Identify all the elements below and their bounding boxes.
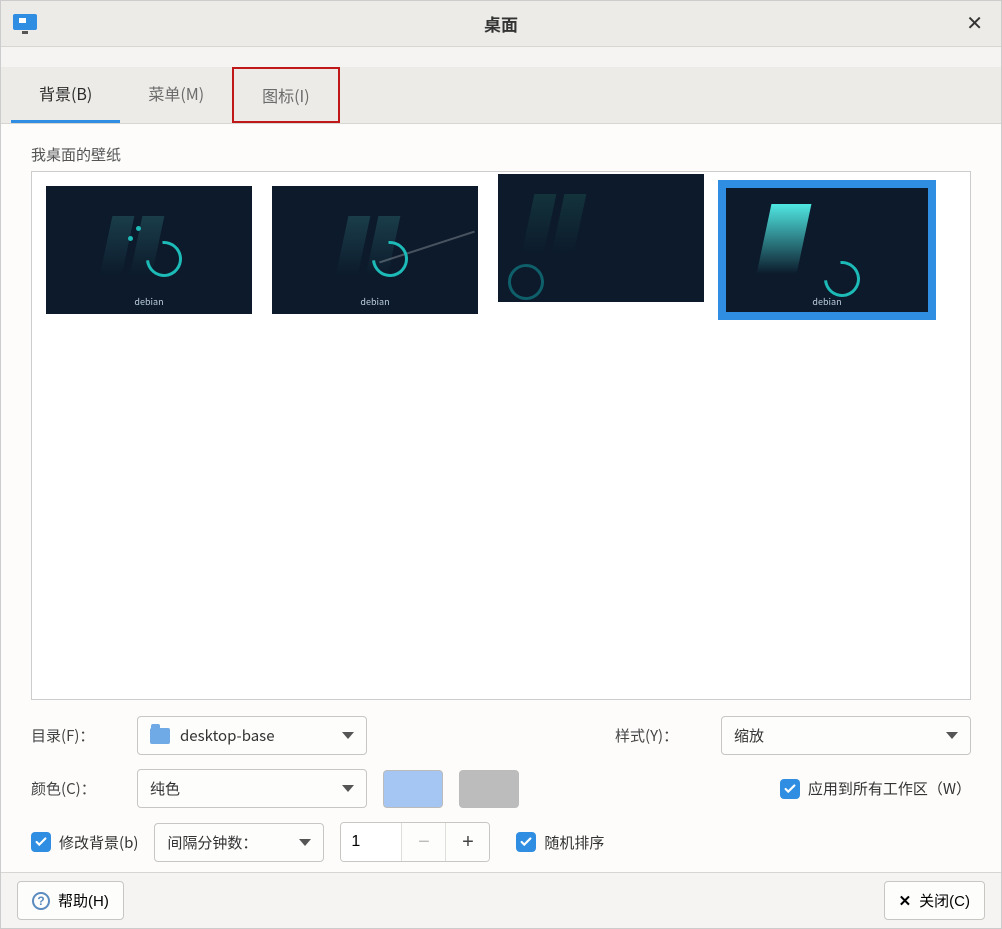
wallpaper-brand: debian: [272, 295, 478, 308]
tab-menu[interactable]: 菜单(M): [120, 67, 232, 123]
tab-icons-label: 图标(I): [262, 83, 310, 107]
interval-decrement-button[interactable]: −: [401, 823, 445, 861]
wallpaper-thumb[interactable]: debian: [272, 186, 478, 314]
apply-all-label: 应用到所有工作区（W）: [808, 778, 971, 799]
change-bg-label: 修改背景(b): [59, 832, 138, 853]
footer: ? 帮助(H) ✕ 关闭(C): [1, 872, 1001, 928]
tab-background-label: 背景(B): [39, 81, 92, 105]
wallpaper-brand: debian: [724, 295, 930, 308]
interval-increment-button[interactable]: +: [445, 823, 489, 861]
folder-icon: [150, 728, 170, 744]
chevron-down-icon: [299, 839, 311, 846]
apply-all-workspaces-checkbox[interactable]: 应用到所有工作区（W）: [780, 778, 971, 799]
color-label: 颜色(C)：: [31, 778, 121, 799]
close-icon: ✕: [966, 13, 983, 35]
desktop-settings-window: 桌面 ✕ 背景(B) 菜单(M) 图标(I) 我桌面的壁纸 debian: [0, 0, 1002, 929]
folder-value: desktop-base: [180, 725, 332, 746]
content-pane: 我桌面的壁纸 debian debian: [1, 124, 1001, 872]
change-background-checkbox[interactable]: 修改背景(b): [31, 832, 138, 853]
folder-label: 目录(F)：: [31, 725, 121, 746]
wallpaper-brand: debian: [46, 295, 252, 308]
chevron-down-icon: [342, 785, 354, 792]
chevron-down-icon: [342, 732, 354, 739]
random-order-checkbox[interactable]: 随机排序: [516, 832, 604, 853]
color-swatch-secondary[interactable]: [459, 770, 519, 808]
help-label: 帮助(H): [58, 890, 109, 911]
style-value: 缩放: [734, 725, 936, 746]
close-button[interactable]: ✕ 关闭(C): [884, 881, 985, 920]
wallpaper-section-label: 我桌面的壁纸: [31, 144, 971, 165]
form-rows: 目录(F)： desktop-base 样式(Y)： 缩放 颜色(C)： 纯色: [31, 716, 971, 862]
tab-icons[interactable]: 图标(I): [232, 67, 340, 123]
style-combo[interactable]: 缩放: [721, 716, 971, 755]
random-label: 随机排序: [544, 832, 604, 853]
chevron-down-icon: [946, 732, 958, 739]
window-title: 桌面: [1, 11, 1001, 36]
tab-background[interactable]: 背景(B): [11, 67, 120, 123]
desktop-app-icon: [11, 12, 39, 36]
wallpaper-thumb[interactable]: [498, 174, 704, 302]
checkbox-icon: [31, 832, 51, 852]
close-label: 关闭(C): [919, 890, 970, 911]
style-label: 样式(Y)：: [615, 725, 705, 746]
help-button[interactable]: ? 帮助(H): [17, 881, 124, 920]
interval-combo[interactable]: 间隔分钟数：: [154, 823, 324, 862]
color-mode-value: 纯色: [150, 778, 332, 799]
color-mode-combo[interactable]: 纯色: [137, 769, 367, 808]
help-icon: ?: [32, 892, 50, 910]
interval-label: 间隔分钟数：: [167, 832, 289, 853]
wallpaper-thumb-selected[interactable]: debian: [724, 186, 930, 314]
checkbox-icon: [516, 832, 536, 852]
interval-spinner: − +: [340, 822, 490, 862]
checkbox-icon: [780, 779, 800, 799]
close-icon: ✕: [899, 892, 912, 910]
window-close-button[interactable]: ✕: [958, 7, 991, 40]
wallpaper-chooser: debian debian debian: [31, 171, 971, 700]
tabbar: 背景(B) 菜单(M) 图标(I): [1, 67, 1001, 124]
color-swatch-primary[interactable]: [383, 770, 443, 808]
wallpaper-thumb[interactable]: debian: [46, 186, 252, 314]
tab-menu-label: 菜单(M): [148, 81, 204, 105]
titlebar: 桌面 ✕: [1, 1, 1001, 47]
folder-combo[interactable]: desktop-base: [137, 716, 367, 755]
interval-input[interactable]: [341, 823, 401, 861]
